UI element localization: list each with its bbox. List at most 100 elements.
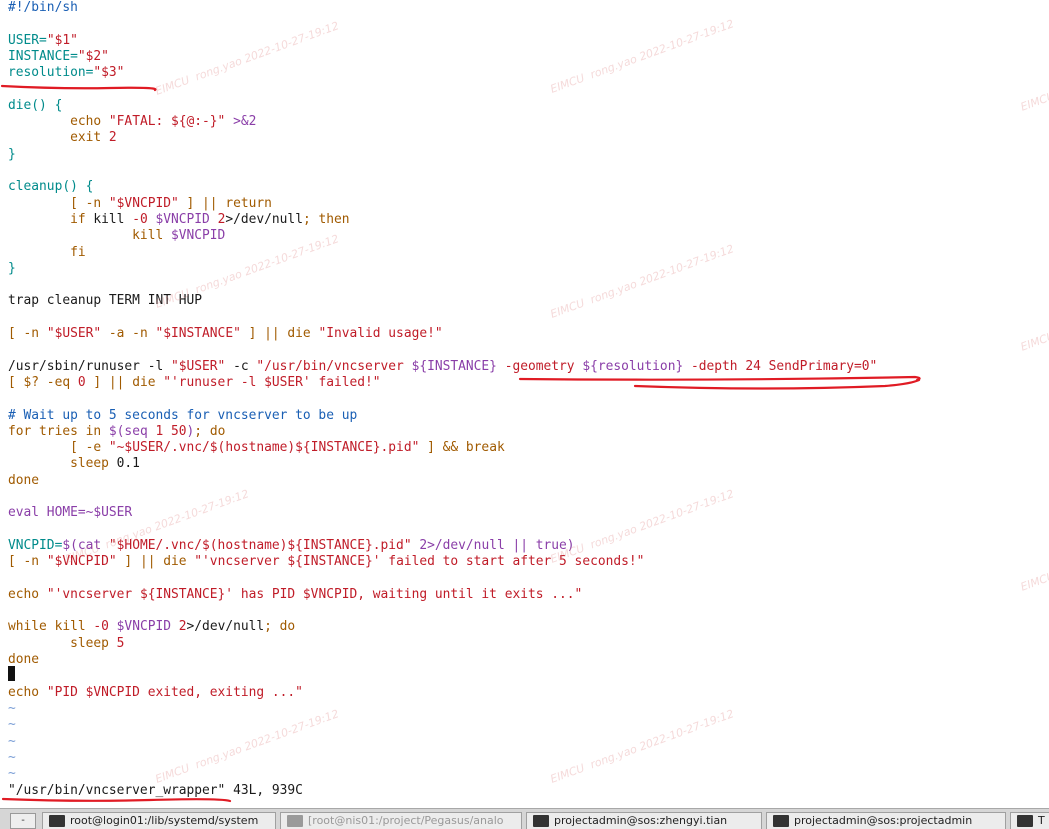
terminal-icon	[773, 815, 789, 827]
code-token: ; do	[264, 619, 296, 635]
code-line: exit 2	[8, 130, 117, 146]
code-token: $(seq	[108, 423, 156, 439]
code-line: [ -n "$VNCPID" ] || return	[8, 196, 272, 212]
code-token: VNCPID=	[8, 537, 63, 553]
code-token: [ $? -eq	[8, 374, 78, 390]
code-token: INSTANCE=	[8, 48, 78, 64]
code-token: "FATAL: ${@:-}"	[108, 114, 226, 130]
code-token: >&2	[225, 114, 257, 130]
terminal-icon	[287, 815, 303, 827]
code-token: fi	[8, 244, 86, 260]
empty-line-marker: ~	[8, 749, 16, 765]
code-token: /usr/sbin/runuser -l	[8, 358, 171, 374]
code-line: [ $? -eq 0 ] || die "'runuser -l $USER' …	[8, 375, 381, 391]
watermark: EIMCU	[1018, 89, 1049, 114]
terminal-icon	[49, 815, 65, 827]
taskbar: - root@login01:/lib/systemd/system [root…	[0, 808, 1049, 829]
code-token: USER=	[8, 32, 47, 48]
code-line: if kill -0 $VNCPID 2>/dev/null; then	[8, 211, 349, 228]
code-line: echo "PID $VNCPID exited, exiting ..."	[8, 685, 303, 701]
code-line: echo "FATAL: ${@:-}" >&2	[8, 114, 256, 130]
code-line: [ -e "~$USER/.vnc/$(hostname)${INSTANCE}…	[8, 440, 505, 456]
watermark: EIMCU	[1018, 329, 1049, 354]
code-token: 5	[116, 635, 125, 651]
empty-line-marker: ~	[8, 717, 16, 733]
code-line: die() {	[8, 98, 62, 114]
code-line: for tries in $(seq 1 50); do	[8, 424, 225, 440]
code-token: "$1"	[46, 32, 78, 48]
code-token: eval HOME=~$USER	[8, 505, 133, 521]
code-token: 2>/dev/null || true)	[411, 537, 575, 553]
code-token: ] || die	[116, 554, 195, 570]
code-line: sleep 0.1	[8, 456, 140, 472]
code-token: [ -n	[8, 326, 47, 341]
code-token: "Invalid usage!"	[318, 326, 443, 341]
code-token: -0	[93, 619, 117, 635]
code-token: [ -e	[8, 440, 109, 456]
code-token: sleep	[8, 456, 117, 472]
status-file-info: 43L, 939C	[225, 783, 303, 798]
taskbar-item-terminal[interactable]: projectadmin@sos:projectadmin	[766, 812, 1006, 829]
code-token: "PID $VNCPID exited, exiting ..."	[46, 684, 303, 700]
code-line: cleanup() {	[8, 179, 93, 195]
code-token: kill	[93, 211, 133, 227]
code-token: while kill	[8, 619, 94, 635]
empty-line-marker: ~	[8, 700, 16, 716]
code-token: 0	[77, 374, 86, 390]
code-token: resolution=	[8, 65, 94, 81]
code-token: "'vncserver ${INSTANCE}' has PID $VNCPID…	[46, 586, 583, 602]
code-token: "$USER"	[170, 358, 226, 374]
empty-line-marker: ~	[8, 733, 16, 749]
code-token: "$2"	[77, 48, 109, 64]
taskbar-item-terminal[interactable]: projectadmin@sos:zhengyi.tian	[526, 812, 762, 829]
code-line: eval HOME=~$USER	[8, 505, 132, 521]
code-line: fi	[8, 245, 86, 261]
code-token: echo	[8, 114, 109, 130]
code-line: sleep 5	[8, 636, 124, 652]
code-token: }	[8, 260, 16, 276]
code-token: "~$USER/.vnc/$(hostname)${INSTANCE}.pid"	[108, 440, 420, 456]
code-token: -c	[225, 358, 257, 374]
code-token: "'runuser -l $USER' failed!"	[163, 374, 381, 390]
code-token: $VNCPID	[170, 228, 226, 244]
code-line: USER="$1"	[8, 33, 78, 49]
code-token: ] || die	[240, 326, 319, 341]
code-token: ] || return	[178, 195, 272, 211]
code-token: ] && break	[419, 440, 505, 456]
watermark: EIMCU rong.yao 2022-10-27-19:12	[548, 707, 736, 786]
code-token: 2	[108, 130, 117, 146]
taskbar-item-terminal[interactable]: T	[1010, 812, 1049, 829]
code-token: "$VNCPID"	[108, 195, 179, 211]
code-line: while kill -0 $VNCPID 2>/dev/null; do	[8, 619, 295, 635]
code-token: }	[8, 146, 16, 162]
code-line: kill $VNCPID	[8, 228, 225, 244]
watermark: EIMCU rong.yao 2022-10-27-19:12	[548, 17, 736, 96]
code-token: "$HOME/.vnc/$(hostname)${INSTANCE}.pid"	[108, 537, 412, 553]
code-line: done	[8, 473, 39, 489]
taskbar-item-terminal[interactable]: [root@nis01:/project/Pegasus/analo	[280, 812, 522, 829]
empty-line-marker: ~	[8, 766, 16, 782]
code-token: done	[8, 652, 40, 667]
code-token: done	[8, 472, 40, 488]
code-token: "/usr/bin/vncserver	[256, 358, 412, 374]
taskbar-item-terminal[interactable]: root@login01:/lib/systemd/system	[42, 812, 276, 829]
code-token: >/dev/null	[186, 619, 265, 635]
code-token: 1 50	[155, 423, 187, 439]
code-token: die() {	[8, 97, 63, 113]
system-menu-button[interactable]: -	[10, 813, 36, 829]
code-token: ; do	[194, 423, 226, 439]
code-token: 2	[178, 619, 187, 635]
vim-editor[interactable]: #!/bin/sh USER="$1" INSTANCE="$2" resolutio…	[0, 0, 1049, 808]
geometry-underline-annotation	[518, 375, 921, 390]
code-token: ] || die	[85, 374, 164, 390]
watermark: EIMCU rong.yao 2022-10-27-19:12	[153, 19, 341, 98]
code-token: for tries in	[8, 423, 109, 439]
code-token: $VNCPID	[155, 211, 218, 227]
code-token: "$USER"	[46, 326, 102, 341]
code-token: [ -n	[8, 554, 47, 570]
code-token: ${INSTANCE}	[411, 358, 497, 374]
code-token: $VNCPID	[116, 619, 179, 635]
code-token: 0.1	[116, 456, 140, 472]
code-token: -a -n	[101, 326, 156, 341]
code-line: echo "'vncserver ${INSTANCE}' has PID $V…	[8, 587, 582, 603]
